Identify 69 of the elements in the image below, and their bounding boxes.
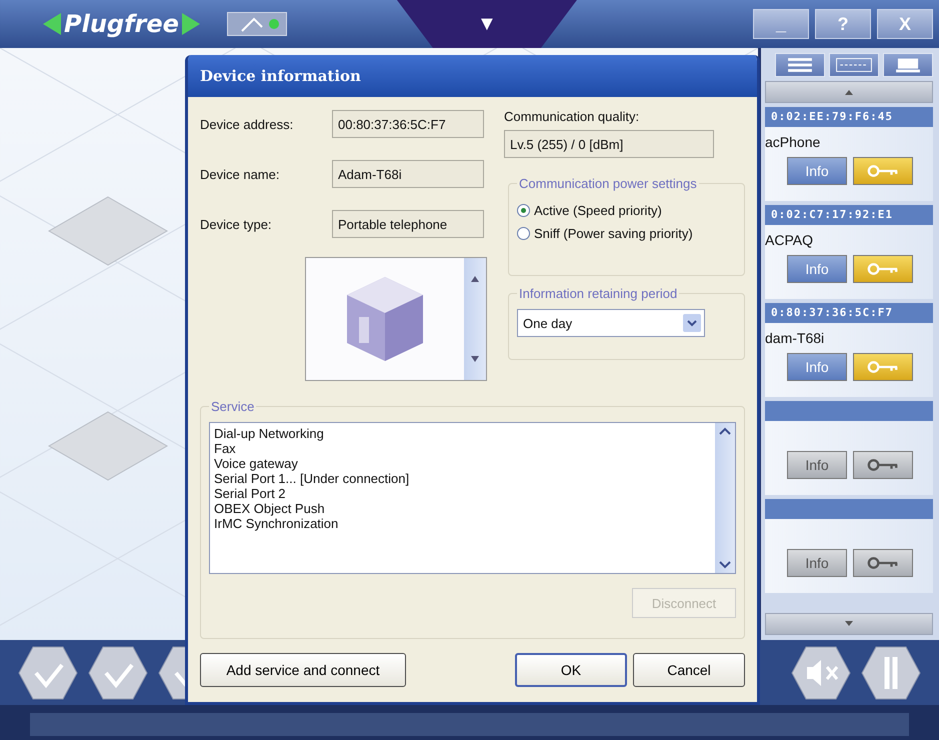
radio-label[interactable]: Sniff (Power saving priority) <box>534 226 693 241</box>
device-address: 0:02:C7:17:92:E1 <box>765 205 933 225</box>
down-arrow-icon[interactable] <box>471 356 479 362</box>
device-name: ACPAQ <box>765 232 813 248</box>
arrow-left-icon <box>43 13 61 35</box>
key-icon <box>866 360 900 374</box>
service-item[interactable]: Voice gateway <box>214 456 711 471</box>
key-icon <box>866 556 900 570</box>
signal-icon <box>226 12 287 36</box>
device-check-button[interactable] <box>18 644 78 700</box>
device-address: 0:80:37:36:5C:F7 <box>765 303 933 323</box>
device-type-field[interactable]: Portable telephone <box>332 210 484 238</box>
list-button[interactable] <box>775 53 825 77</box>
diamond-icon <box>48 196 168 266</box>
check-icon <box>88 644 148 700</box>
key-button[interactable] <box>853 255 913 283</box>
down-chevron-icon[interactable] <box>719 561 731 569</box>
add-service-button[interactable]: Add service and connect <box>200 653 406 687</box>
group-title: Communication power settings <box>518 176 698 191</box>
radio-label[interactable]: Active (Speed priority) <box>534 203 662 218</box>
dialog-title: Device information <box>188 55 757 97</box>
scrollbar[interactable] <box>464 258 486 380</box>
speaker-mute-button[interactable] <box>791 644 851 700</box>
info-button[interactable]: Info <box>787 549 847 577</box>
ok-button[interactable]: OK <box>515 653 627 687</box>
device-address-field[interactable]: 00:80:37:36:5C:F7 <box>332 110 484 138</box>
menu-tab[interactable]: ▼ <box>396 0 577 48</box>
tools-button[interactable] <box>861 644 921 700</box>
group-title: Information retaining period <box>518 286 678 301</box>
check-icon <box>18 644 78 700</box>
service-item[interactable]: Dial-up Networking <box>214 426 711 441</box>
monitor-button[interactable] <box>883 53 933 77</box>
radio-button[interactable] <box>517 227 530 240</box>
key-button[interactable] <box>853 157 913 185</box>
key-icon <box>866 262 900 276</box>
period-dropdown[interactable]: One day <box>517 309 705 337</box>
device-check-button[interactable] <box>88 644 148 700</box>
app-logo: Plugfree <box>64 10 179 38</box>
quality-label: Communication quality: <box>504 109 640 124</box>
key-button[interactable] <box>853 451 913 479</box>
key-icon <box>866 164 900 178</box>
display-button[interactable] <box>829 53 879 77</box>
service-item[interactable]: Fax <box>214 441 711 456</box>
diamond-icon <box>48 411 168 481</box>
key-icon <box>866 458 900 472</box>
key-button[interactable] <box>853 353 913 381</box>
quality-field[interactable]: Lv.5 (255) / 0 [dBm] <box>504 130 714 158</box>
scrollbar[interactable] <box>715 423 735 573</box>
service-item[interactable]: OBEX Object Push <box>214 501 711 516</box>
bars-icon <box>861 644 921 700</box>
speaker-mute-icon <box>791 644 851 700</box>
radio-button[interactable] <box>517 204 530 217</box>
key-button[interactable] <box>853 549 913 577</box>
device-address: 0:02:EE:79:F6:45 <box>765 107 933 127</box>
device-name: acPhone <box>765 134 820 150</box>
device-type-label: Device type: <box>200 216 273 232</box>
device-name-label: Device name: <box>200 166 280 182</box>
arrow-right-icon <box>182 13 200 35</box>
service-item[interactable]: Serial Port 2 <box>214 486 711 501</box>
up-chevron-icon[interactable] <box>719 427 731 435</box>
cancel-button[interactable]: Cancel <box>633 653 745 687</box>
device-address-label: Device address: <box>200 116 294 132</box>
device-name-field[interactable]: Adam-T68i <box>332 160 484 188</box>
group-title: Service <box>210 399 256 414</box>
service-item[interactable]: IrMC Synchronization <box>214 516 711 531</box>
service-item[interactable]: Serial Port 1... [Under connection] <box>214 471 711 486</box>
info-button[interactable]: Info <box>787 451 847 479</box>
up-arrow-icon[interactable] <box>471 276 479 282</box>
device-name: dam-T68i <box>765 330 824 346</box>
